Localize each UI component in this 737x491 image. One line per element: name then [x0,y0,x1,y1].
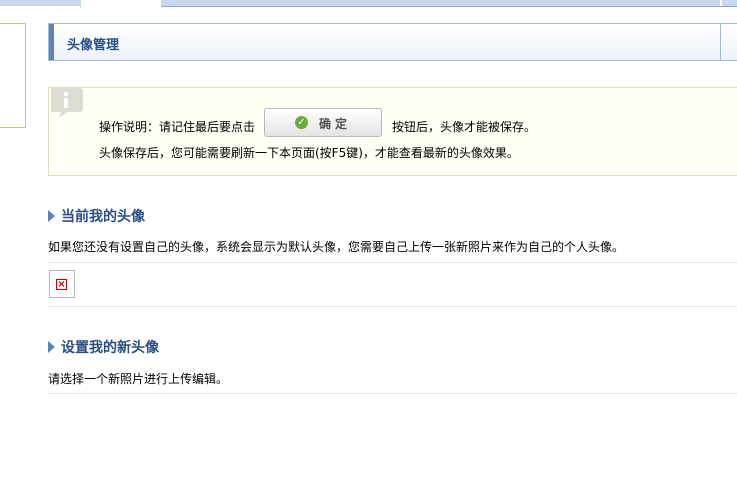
new-avatar-desc: 请选择一个新照片进行上传编辑。 [48,372,229,386]
current-avatar-title: 当前我的头像 [61,209,145,225]
top-tab-strip [0,0,737,8]
divider [48,262,737,263]
page-header: 头像管理 [48,23,737,61]
new-avatar-heading: 设置我的新头像 [48,337,159,357]
header-accent-bar [49,24,54,60]
notice-line1-text: 操作说明：请记住最后要点击 [99,120,256,134]
page-title: 头像管理 [67,38,120,53]
new-avatar-title: 设置我的新头像 [61,340,159,356]
triangle-right-icon [48,341,55,353]
side-panel-box [0,23,26,128]
info-icon [51,88,83,118]
header-separator [720,24,721,60]
current-avatar-image: × [49,270,75,298]
confirm-button-label: 确定 [319,117,352,131]
divider [48,306,737,307]
confirm-button[interactable]: ✓ 确定 [264,108,382,137]
check-icon: ✓ [295,116,308,129]
current-avatar-desc: 如果您还没有设置自己的头像，系统会显示为默认头像，您需要自己上传一张新照片来作为… [48,240,625,254]
divider [48,393,737,394]
notice-box: 操作说明：请记住最后要点击 ✓ 确定 按钮后，头像才能被保存。 头像保存后，您可… [48,87,737,176]
tab-divider [720,0,722,6]
triangle-right-icon [48,210,55,222]
broken-image-icon: × [56,279,67,290]
tab-strip-left [0,0,80,6]
current-avatar-heading: 当前我的头像 [48,206,145,226]
tab-active[interactable] [80,0,162,8]
tab-strip-right [162,0,737,7]
notice-line1-after-text: 按钮后，头像才能被保存。 [392,120,537,134]
notice-line2-text: 头像保存后，您可能需要刷新一下本页面(按F5键)，才能查看最新的头像效果。 [99,146,519,160]
